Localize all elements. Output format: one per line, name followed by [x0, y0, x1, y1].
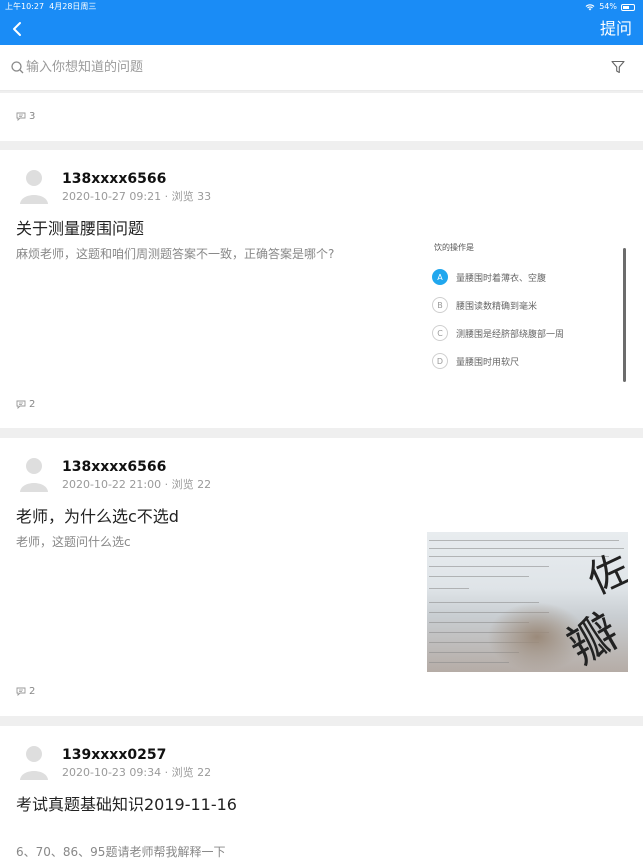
- image-question-header: 饮的操作是: [434, 243, 474, 252]
- username: 138xxxx6566: [62, 171, 167, 187]
- image-option-c: C 测腰围是经脐部绕腹部一周: [432, 325, 564, 341]
- username: 138xxxx6566: [62, 459, 167, 475]
- comment-count-text: 3: [29, 111, 36, 122]
- username: 139xxxx0257: [62, 747, 167, 763]
- option-letter-a: A: [432, 269, 448, 285]
- comment-icon: [16, 112, 26, 121]
- option-text-c: 测腰围是经脐部绕腹部一周: [456, 329, 565, 340]
- post-card-partial[interactable]: 3: [0, 93, 643, 141]
- search-input[interactable]: 输入你想知道的问题: [26, 58, 143, 78]
- status-time-text: 上午10:27: [5, 2, 45, 11]
- post-views: 浏览 22: [171, 766, 212, 779]
- post-card[interactable]: 138xxxx6566 2020-10-27 09:21 · 浏览 33 关于测…: [0, 150, 643, 428]
- option-text-d: 量腰围时用软尺: [456, 357, 520, 368]
- post-datetime: 2020-10-22 21:00: [62, 478, 162, 491]
- post-image-photo[interactable]: 佐 瓣: [427, 532, 628, 672]
- battery-percent: 54%: [599, 2, 617, 11]
- nav-bar: 提问: [0, 14, 643, 45]
- comment-count[interactable]: 2: [16, 399, 35, 410]
- chevron-left-icon: [13, 22, 21, 36]
- post-image[interactable]: 饮的操作是 A 量腰围时着薄衣、空腹 B 腰围读数精确到毫米 C 测腰围是经脐部…: [426, 242, 628, 382]
- post-meta: 2020-10-23 09:34 · 浏览 22: [62, 766, 212, 779]
- post-title: 关于测量腰围问题: [16, 219, 145, 238]
- status-date-text: 4月28日周三: [49, 2, 97, 11]
- post-meta: 2020-10-27 09:21 · 浏览 33: [62, 190, 212, 203]
- image-option-d: D 量腰围时用软尺: [432, 353, 519, 369]
- option-text-a: 量腰围时着薄衣、空腹: [456, 273, 547, 284]
- post-title: 考试真题基础知识2019-11-16: [16, 795, 237, 814]
- comment-count: 3: [16, 111, 35, 122]
- battery-icon: [621, 3, 635, 11]
- post-views: 浏览 22: [171, 478, 212, 491]
- image-scrollbar: [623, 248, 626, 382]
- ask-question-button[interactable]: 提问: [600, 18, 632, 40]
- status-time: 上午10:27 4月28日周三: [5, 0, 96, 14]
- comment-icon: [16, 687, 26, 696]
- filter-icon[interactable]: [611, 60, 625, 74]
- option-letter-b: B: [432, 297, 448, 313]
- avatar: [20, 458, 48, 492]
- post-description: 6、70、86、95题请老师帮我解释一下: [16, 845, 226, 858]
- post-description: 麻烦老师，这题和咱们周测题答案不一致，正确答案是哪个?: [16, 247, 335, 261]
- post-meta: 2020-10-22 21:00 · 浏览 22: [62, 478, 212, 491]
- option-text-b: 腰围读数精确到毫米: [456, 301, 538, 312]
- image-option-b: B 腰围读数精确到毫米: [432, 297, 537, 313]
- status-bar: 上午10:27 4月28日周三 54%: [0, 0, 643, 14]
- comment-icon: [16, 400, 26, 409]
- avatar: [20, 170, 48, 204]
- post-description: 老师，这题问什么选c: [16, 535, 131, 549]
- comment-count[interactable]: 2: [16, 686, 35, 697]
- search-icon: [11, 61, 24, 74]
- option-letter-c: C: [432, 325, 448, 341]
- comment-count-text: 2: [29, 686, 36, 697]
- back-button[interactable]: [8, 20, 26, 38]
- post-card[interactable]: 138xxxx6566 2020-10-22 21:00 · 浏览 22 老师，…: [0, 438, 643, 716]
- post-datetime: 2020-10-23 09:34: [62, 766, 162, 779]
- post-title: 老师，为什么选c不选d: [16, 507, 179, 526]
- search-bar[interactable]: 输入你想知道的问题: [0, 45, 643, 91]
- avatar: [20, 746, 48, 780]
- wifi-icon: [585, 4, 595, 11]
- option-letter-d: D: [432, 353, 448, 369]
- post-datetime: 2020-10-27 09:21: [62, 190, 162, 203]
- post-views: 浏览 33: [171, 190, 212, 203]
- status-right: 54%: [585, 0, 635, 14]
- comment-count-text: 2: [29, 399, 36, 410]
- image-option-a: A 量腰围时着薄衣、空腹: [432, 269, 546, 285]
- post-card[interactable]: 139xxxx0257 2020-10-23 09:34 · 浏览 22 考试真…: [0, 726, 643, 858]
